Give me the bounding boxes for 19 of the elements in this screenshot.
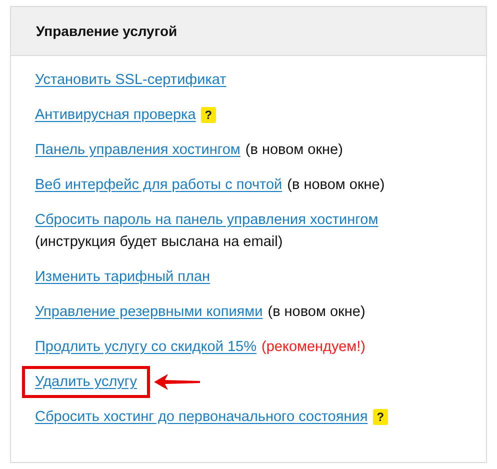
service-link[interactable]: Изменить тарифный план	[35, 266, 210, 288]
help-badge[interactable]: ?	[372, 409, 388, 425]
service-link[interactable]: Сбросить пароль на панель управления хостингом	[35, 209, 378, 231]
link-note: (рекомендуем!)	[261, 338, 366, 357]
link-note: (в новом окне)	[245, 141, 343, 160]
link-note: (инструкция будет выслана на email)	[35, 233, 283, 252]
service-link[interactable]: Установить SSL-сертификат	[35, 69, 226, 91]
service-link[interactable]: Управление резервными копиями	[35, 301, 263, 323]
service-link[interactable]: Веб интерфейс для работы с почтой	[35, 174, 282, 196]
pointer-arrow	[154, 373, 200, 391]
service-link[interactable]: Продлить услугу со скидкой 15%	[35, 336, 256, 358]
help-badge[interactable]: ?	[200, 107, 216, 123]
panel-title: Управление услугой	[36, 22, 178, 41]
service-link[interactable]: Удалить услугу	[35, 371, 137, 393]
link-note: (в новом окне)	[268, 303, 366, 322]
link-note: (в новом окне)	[287, 176, 385, 195]
service-link[interactable]: Антивирусная проверка	[35, 104, 196, 126]
service-link[interactable]: Сбросить хостинг до первоначального состояния	[35, 406, 368, 428]
service-link[interactable]: Панель управления хостингом	[35, 139, 240, 161]
